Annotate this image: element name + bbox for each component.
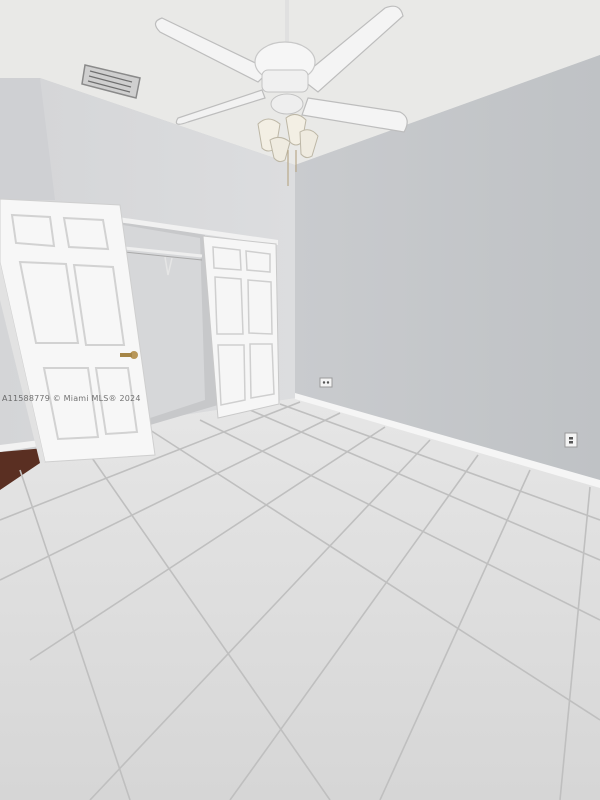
outlet-right xyxy=(564,432,578,448)
outlet-left xyxy=(319,377,333,388)
room-photo: A11588779 © Miami MLS® 2024 xyxy=(0,0,600,800)
mls-watermark: A11588779 © Miami MLS® 2024 xyxy=(2,394,141,403)
